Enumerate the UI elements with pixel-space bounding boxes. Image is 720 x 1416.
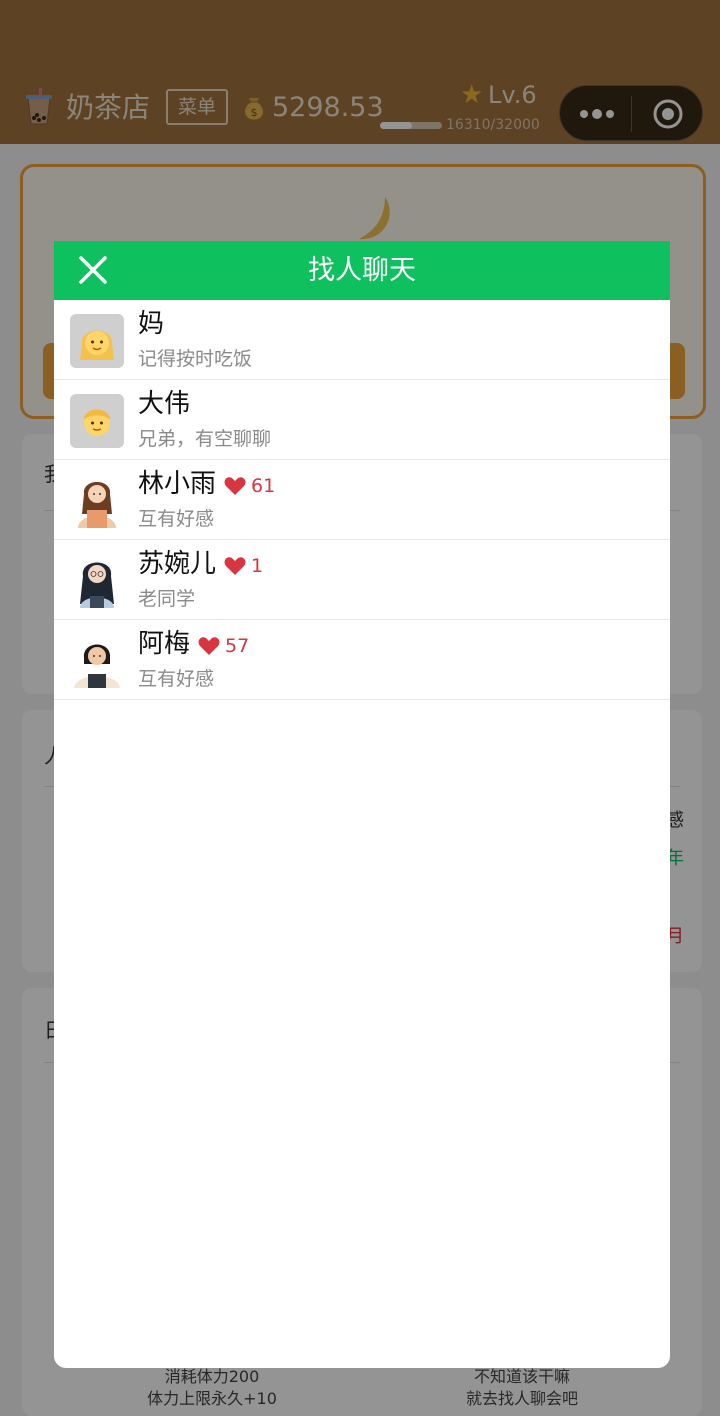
contact-item-mom[interactable]: 妈 记得按时吃饭 bbox=[54, 300, 670, 380]
modal-header: 找人聊天 bbox=[54, 241, 670, 300]
contact-item-amei[interactable]: 阿梅 57 互有好感 bbox=[54, 620, 670, 700]
girl-glasses-avatar bbox=[70, 554, 124, 608]
heart-icon bbox=[198, 637, 220, 655]
heart-icon bbox=[224, 557, 246, 575]
close-icon[interactable] bbox=[76, 253, 110, 287]
contact-message: 互有好感 bbox=[138, 668, 215, 690]
contact-message: 兄弟，有空聊聊 bbox=[138, 428, 272, 450]
contact-message: 老同学 bbox=[138, 588, 196, 610]
girl-apron-avatar bbox=[70, 474, 124, 528]
man-emoji-avatar bbox=[70, 394, 124, 448]
contact-message: 互有好感 bbox=[138, 508, 215, 530]
affection-value: 1 bbox=[251, 555, 264, 577]
woman-emoji-avatar bbox=[70, 314, 124, 368]
contact-item-linxiaoyu[interactable]: 林小雨 61 互有好感 bbox=[54, 460, 670, 540]
modal-title: 找人聊天 bbox=[308, 255, 416, 286]
chat-picker-modal: 找人聊天 妈 记得按时吃饭 大伟 兄弟，有空聊聊 林小雨 61 互有好感 苏婉儿… bbox=[54, 241, 670, 1368]
affection-value: 57 bbox=[225, 635, 250, 657]
girl-shorthair-avatar bbox=[70, 634, 124, 688]
contact-name: 妈 bbox=[138, 309, 165, 339]
affection-value: 61 bbox=[251, 475, 276, 497]
heart-icon bbox=[224, 477, 246, 495]
contact-item-dawei[interactable]: 大伟 兄弟，有空聊聊 bbox=[54, 380, 670, 460]
contact-name: 林小雨 bbox=[138, 469, 217, 499]
contact-name: 苏婉儿 bbox=[138, 549, 217, 579]
contact-name: 阿梅 bbox=[138, 629, 191, 659]
contact-message: 记得按时吃饭 bbox=[138, 348, 253, 370]
contact-item-suwaner[interactable]: 苏婉儿 1 老同学 bbox=[54, 540, 670, 620]
contact-name: 大伟 bbox=[138, 389, 191, 419]
